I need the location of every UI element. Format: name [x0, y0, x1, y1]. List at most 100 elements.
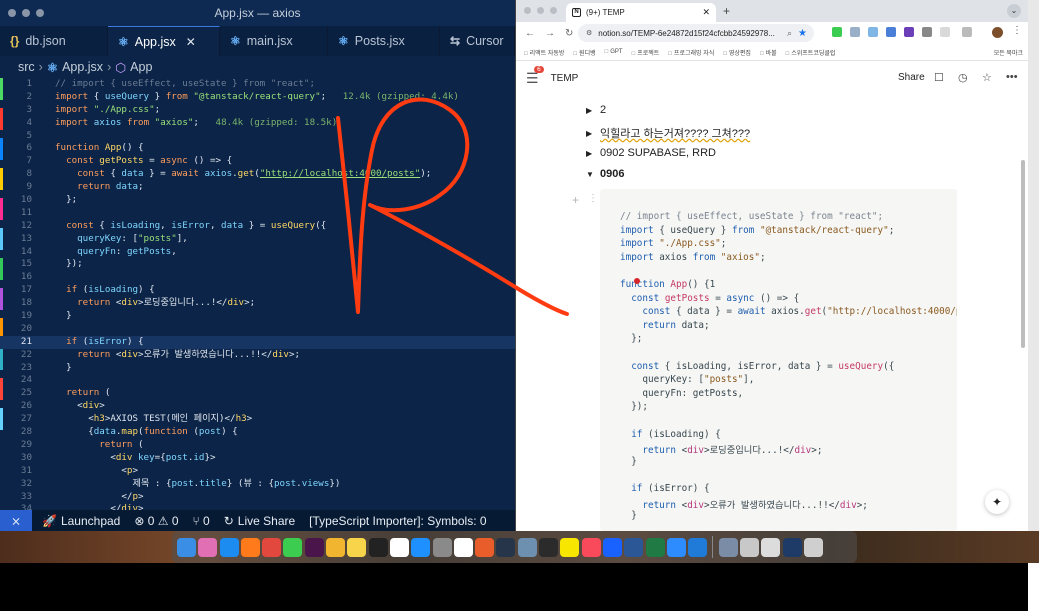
all-bookmarks-button[interactable]: 모든 북마크 — [994, 48, 1023, 57]
sidebar-menu-icon[interactable]: ☰ 6 — [526, 65, 544, 87]
bookmark-item[interactable]: 리액트 자동방 — [524, 48, 565, 57]
code-line[interactable]: 17 if (isLoading) { — [0, 284, 515, 297]
avatar[interactable] — [992, 27, 1003, 38]
safari-icon[interactable] — [219, 537, 239, 557]
status-live-share[interactable]: Live Share — [238, 514, 295, 528]
tab-search-icon[interactable]: ⌄ — [1007, 4, 1021, 18]
vscode-icon[interactable] — [688, 537, 708, 557]
word-icon[interactable] — [624, 537, 644, 557]
zoom-window-button[interactable] — [550, 7, 557, 14]
code-line[interactable]: 4 import axios from "axios"; 48.4k (gzipp… — [0, 117, 515, 130]
photos-icon[interactable] — [326, 537, 346, 557]
close-window-button[interactable] — [524, 7, 531, 14]
share-button[interactable]: Share — [898, 72, 925, 83]
bookmark-item[interactable]: 스위프트코딩클럽 — [786, 48, 835, 57]
code-line[interactable]: 21 if (isError) { — [0, 335, 515, 349]
code-line[interactable]: 29 return ( — [0, 439, 515, 452]
status-problems[interactable]: ⊗ 0 ⚠ 0 — [134, 514, 178, 528]
toggle-collapsed-icon[interactable]: ▶ — [586, 149, 600, 158]
code-line[interactable]: 8 const { data } = await axios.get("http… — [0, 168, 515, 181]
zoom-icon[interactable]: ⌕ — [787, 28, 792, 39]
tab-posts-jsx[interactable]: ⚛ Posts.jsx — [328, 26, 440, 56]
site-info-icon[interactable]: ⚙ — [586, 29, 592, 37]
preview-icon[interactable] — [517, 537, 537, 557]
code-line[interactable]: 24 — [0, 374, 515, 387]
code-line[interactable]: 7 const getPosts = async () => { — [0, 155, 515, 168]
status-launchpad[interactable]: Launchpad — [61, 514, 120, 528]
notion-icon[interactable] — [453, 537, 473, 557]
bookmark-star-icon[interactable]: ★ — [798, 28, 807, 39]
history-icon[interactable]: ◷ — [958, 71, 968, 84]
code-line[interactable]: 9 return data; — [0, 181, 515, 194]
excel-icon[interactable] — [645, 537, 665, 557]
browser-tab[interactable]: N (9+) TEMP ✕ — [566, 3, 716, 22]
firefox-icon[interactable] — [240, 537, 260, 557]
trash-icon[interactable] — [803, 537, 823, 557]
code-line[interactable]: 25 return ( — [0, 387, 515, 400]
code-line[interactable]: 27 <h3>AXIOS TEST(메인 페이지)</h3> — [0, 413, 515, 426]
system-settings-icon[interactable] — [432, 537, 452, 557]
tab-main-jsx[interactable]: ⚛ main.jsx — [220, 26, 328, 56]
favorite-star-icon[interactable]: ☆ — [982, 71, 992, 84]
scrollbar[interactable] — [1021, 160, 1025, 348]
close-tab-icon[interactable]: ✕ — [186, 35, 196, 49]
calendar-icon[interactable] — [389, 537, 409, 557]
slack-icon[interactable] — [304, 537, 324, 557]
code-line[interactable]: 10 }; — [0, 194, 515, 207]
extension-icon[interactable] — [904, 27, 914, 37]
code-line[interactable]: 11 — [0, 207, 515, 220]
code-line[interactable]: 6 function App() { — [0, 142, 515, 155]
status-ports[interactable]: ⑂ 0 — [193, 514, 210, 528]
back-icon[interactable]: ← — [525, 28, 535, 39]
comment-icon[interactable]: ☐ — [934, 71, 944, 84]
shazam-icon[interactable] — [602, 537, 622, 557]
folder-4-icon[interactable] — [782, 537, 802, 557]
tab-db-json[interactable]: {} db.json — [0, 26, 108, 56]
status-importer[interactable]: [TypeScript Importer]: Symbols: 0 — [309, 514, 486, 528]
code-line[interactable]: 2 import { useQuery } from "@tanstack/rea… — [0, 91, 515, 104]
toggle-block-open[interactable]: ▼ 0906 — [586, 168, 624, 180]
breadcrumb-symbol[interactable]: App — [130, 60, 152, 74]
more-options-icon[interactable]: ••• — [1006, 71, 1018, 83]
breadcrumb-folder[interactable]: src — [18, 60, 35, 74]
notion-ai-sparkle-icon[interactable]: ✦ — [985, 490, 1009, 514]
music-icon[interactable] — [581, 537, 601, 557]
bookmark-item[interactable]: 프로그래밍 자식 — [668, 48, 714, 57]
tab-app-jsx[interactable]: ⚛ App.jsx ✕ — [108, 26, 220, 56]
code-line[interactable]: 30 <div key={post.id}> — [0, 452, 515, 465]
chrome-icon[interactable] — [262, 537, 282, 557]
forward-icon[interactable]: → — [545, 28, 555, 39]
tab-cursor[interactable]: ⇆ Cursor — [440, 26, 515, 56]
code-line[interactable]: 15 }); — [0, 258, 515, 271]
notes-icon[interactable] — [347, 537, 367, 557]
code-line[interactable]: 20 — [0, 323, 515, 336]
extension-icon[interactable] — [850, 27, 860, 37]
code-line[interactable]: 3 import "./App.css"; — [0, 104, 515, 117]
quicktime-icon[interactable] — [496, 537, 516, 557]
code-line[interactable]: 16 — [0, 271, 515, 284]
kakaotalk-icon[interactable] — [560, 537, 580, 557]
toggle-collapsed-icon[interactable]: ▶ — [586, 129, 600, 138]
code-line[interactable]: 12 const { isLoading, isError, data } = … — [0, 220, 515, 233]
extension-icon[interactable] — [922, 27, 932, 37]
capcut-icon[interactable] — [539, 537, 559, 557]
code-line[interactable]: 19 } — [0, 310, 515, 323]
code-line[interactable]: 22 return <div>오류가 발생하였습니다...!!</div>; — [0, 349, 515, 362]
minimize-window-button[interactable] — [537, 7, 544, 14]
code-line[interactable]: 32 제목 : {post.title} (뷰 : {post.views}) — [0, 478, 515, 491]
toggle-collapsed-icon[interactable]: ▶ — [586, 106, 600, 115]
app-store-icon[interactable] — [411, 537, 431, 557]
toggle-block[interactable]: ▶ 0902 SUPABASE, RRD — [586, 147, 716, 159]
page-title[interactable]: TEMP — [551, 73, 579, 84]
extension-icon[interactable] — [886, 27, 896, 37]
code-line[interactable]: 13 queryKey: ["posts"], — [0, 233, 515, 246]
extension-icon[interactable] — [868, 27, 878, 37]
extensions-puzzle-icon[interactable] — [962, 27, 972, 37]
extension-icon[interactable] — [940, 27, 950, 37]
code-block[interactable]: // import { useEffect, useState } from "… — [600, 189, 957, 531]
code-line[interactable]: 28 {data.map(function (post) { — [0, 426, 515, 439]
address-bar[interactable]: ⚙ notion.so/TEMP-6e24872d15f24cfcbb24592… — [578, 24, 814, 42]
code-line[interactable]: 1 // import { useEffect, useState } from … — [0, 78, 515, 91]
bookmark-item[interactable]: 프로젝트 — [632, 48, 659, 57]
terminal-icon[interactable] — [368, 537, 388, 557]
